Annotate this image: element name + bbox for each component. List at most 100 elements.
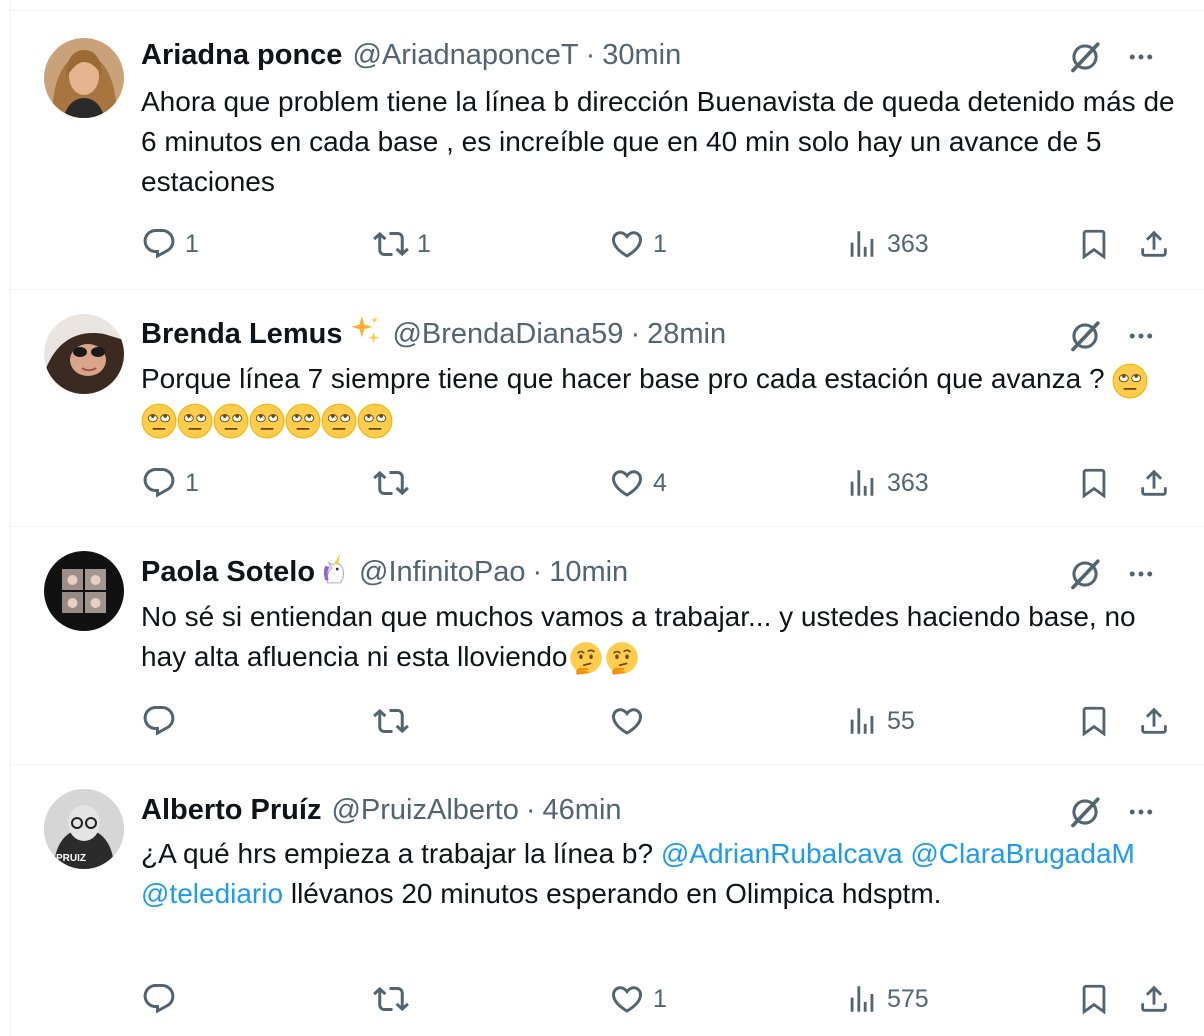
retweet-button[interactable]: 1 [373, 224, 431, 264]
tweet-text: ¿A qué hrs empieza a trabajar la línea b… [141, 834, 1176, 914]
header-actions [1068, 40, 1156, 82]
share-button[interactable] [1137, 463, 1171, 503]
timestamp[interactable]: 10min [549, 556, 628, 589]
avatar[interactable]: PRUIZ [44, 789, 124, 869]
display-name[interactable]: Alberto Pruíz [141, 794, 321, 827]
header-actions [1068, 795, 1156, 837]
like-button[interactable]: 1 [609, 979, 667, 1019]
avatar[interactable] [44, 551, 124, 631]
user-handle[interactable]: @AriadnaponceT [352, 39, 578, 72]
views-count: 363 [887, 468, 929, 497]
thinking-face-emoji [604, 641, 640, 677]
separator: · [585, 38, 596, 71]
tweet-text-before: ¿A qué hrs empieza a trabajar la línea b… [141, 838, 654, 869]
sparkles-emoji [348, 313, 382, 355]
reply-button[interactable]: 1 [141, 463, 199, 503]
bookmark-button[interactable] [1077, 701, 1111, 741]
bookmark-icon [1077, 466, 1111, 500]
separator: · [532, 555, 543, 588]
avatar[interactable] [44, 314, 124, 394]
action-bar: 1 1 1 363 [141, 224, 1176, 264]
face-with-rolling-eyes-emoji [357, 403, 393, 439]
avatar[interactable] [44, 38, 124, 118]
tweet-text: Porque línea 7 siempre tiene que hacer b… [141, 359, 1176, 439]
user-handle[interactable]: @BrendaDiana59 [392, 318, 623, 351]
tweet[interactable]: PRUIZ Alberto Pruíz @PruizAlberto · 46mi… [11, 765, 1204, 1036]
display-name[interactable]: Paola Sotelo [141, 556, 315, 589]
grok-icon[interactable] [1068, 795, 1102, 837]
like-count: 1 [653, 984, 667, 1013]
like-icon [609, 465, 645, 501]
timestamp[interactable]: 28min [647, 318, 726, 351]
timestamp[interactable]: 30min [602, 39, 681, 72]
reply-icon [141, 981, 177, 1017]
like-count: 4 [653, 468, 667, 497]
tweet-feed: Ariadna ponce @AriadnaponceT · 30min Aho… [10, 0, 1204, 1036]
views-button[interactable]: 363 [845, 463, 929, 503]
share-icon [1137, 227, 1171, 261]
face-with-rolling-eyes-emoji [141, 403, 177, 439]
timestamp[interactable]: 46min [543, 794, 622, 827]
user-handle[interactable]: @InfinitoPao [359, 556, 525, 589]
thinking-emojis [568, 641, 640, 672]
reply-button[interactable] [141, 979, 185, 1019]
views-icon [845, 466, 879, 500]
reply-button[interactable]: 1 [141, 224, 199, 264]
reply-icon [141, 703, 177, 739]
tweet-text: Ahora que problem tiene la línea b direc… [141, 86, 1175, 197]
views-button[interactable]: 575 [845, 979, 929, 1019]
like-button[interactable]: 4 [609, 463, 667, 503]
views-count: 363 [887, 229, 929, 258]
action-bar: 1 575 [141, 979, 1176, 1019]
mention-link[interactable]: @telediario [141, 878, 283, 909]
face-with-rolling-eyes-emoji [249, 403, 285, 439]
views-icon [845, 227, 879, 261]
retweet-button[interactable] [373, 701, 417, 741]
avatar-text: PRUIZ [56, 853, 86, 864]
grok-icon[interactable] [1068, 40, 1102, 82]
retweet-button[interactable] [373, 979, 417, 1019]
grok-icon[interactable] [1068, 557, 1102, 599]
views-button[interactable]: 363 [845, 224, 929, 264]
tweet[interactable]: Brenda Lemus @BrendaDiana59 · 28min Porq… [11, 290, 1204, 527]
more-icon[interactable] [1126, 559, 1156, 597]
reply-button[interactable] [141, 701, 185, 741]
bookmark-button[interactable] [1077, 979, 1111, 1019]
bookmark-icon [1077, 704, 1111, 738]
share-icon [1137, 704, 1171, 738]
share-button[interactable] [1137, 979, 1171, 1019]
more-icon[interactable] [1126, 321, 1156, 359]
mention-link[interactable]: @ClaraBrugadaM [910, 838, 1135, 869]
views-button[interactable]: 55 [845, 701, 915, 741]
like-button[interactable] [609, 701, 653, 741]
reply-icon [141, 226, 177, 262]
separator: · [525, 793, 536, 826]
share-button[interactable] [1137, 224, 1171, 264]
more-icon[interactable] [1126, 42, 1156, 80]
tweet[interactable]: Ariadna ponce @AriadnaponceT · 30min Aho… [11, 11, 1204, 290]
user-handle[interactable]: @PruizAlberto [331, 794, 518, 827]
reply-count: 1 [185, 229, 199, 258]
bookmark-icon [1077, 227, 1111, 261]
display-name[interactable]: Brenda Lemus [141, 318, 342, 351]
views-icon [845, 704, 879, 738]
like-count: 1 [653, 229, 667, 258]
mention-link[interactable]: @AdrianRubalcava [661, 838, 903, 869]
retweet-icon [373, 465, 409, 501]
like-button[interactable]: 1 [609, 224, 667, 264]
more-icon[interactable] [1126, 797, 1156, 835]
face-with-rolling-eyes-emoji [177, 403, 213, 439]
tweet-header: Paola Sotelo @InfinitoPao · 10min [141, 555, 1184, 589]
face-with-rolling-eyes-emoji [1112, 363, 1148, 399]
views-icon [845, 982, 879, 1016]
bookmark-button[interactable] [1077, 224, 1111, 264]
retweet-button[interactable] [373, 463, 417, 503]
reply-count: 1 [185, 468, 199, 497]
grok-icon[interactable] [1068, 319, 1102, 361]
share-button[interactable] [1137, 701, 1171, 741]
display-name[interactable]: Ariadna ponce [141, 39, 342, 72]
tweet[interactable]: Paola Sotelo @InfinitoPao · 10min No sé … [11, 527, 1204, 765]
share-icon [1137, 466, 1171, 500]
tweet-text-body: Porque línea 7 siempre tiene que hacer b… [141, 363, 1105, 394]
bookmark-button[interactable] [1077, 463, 1111, 503]
